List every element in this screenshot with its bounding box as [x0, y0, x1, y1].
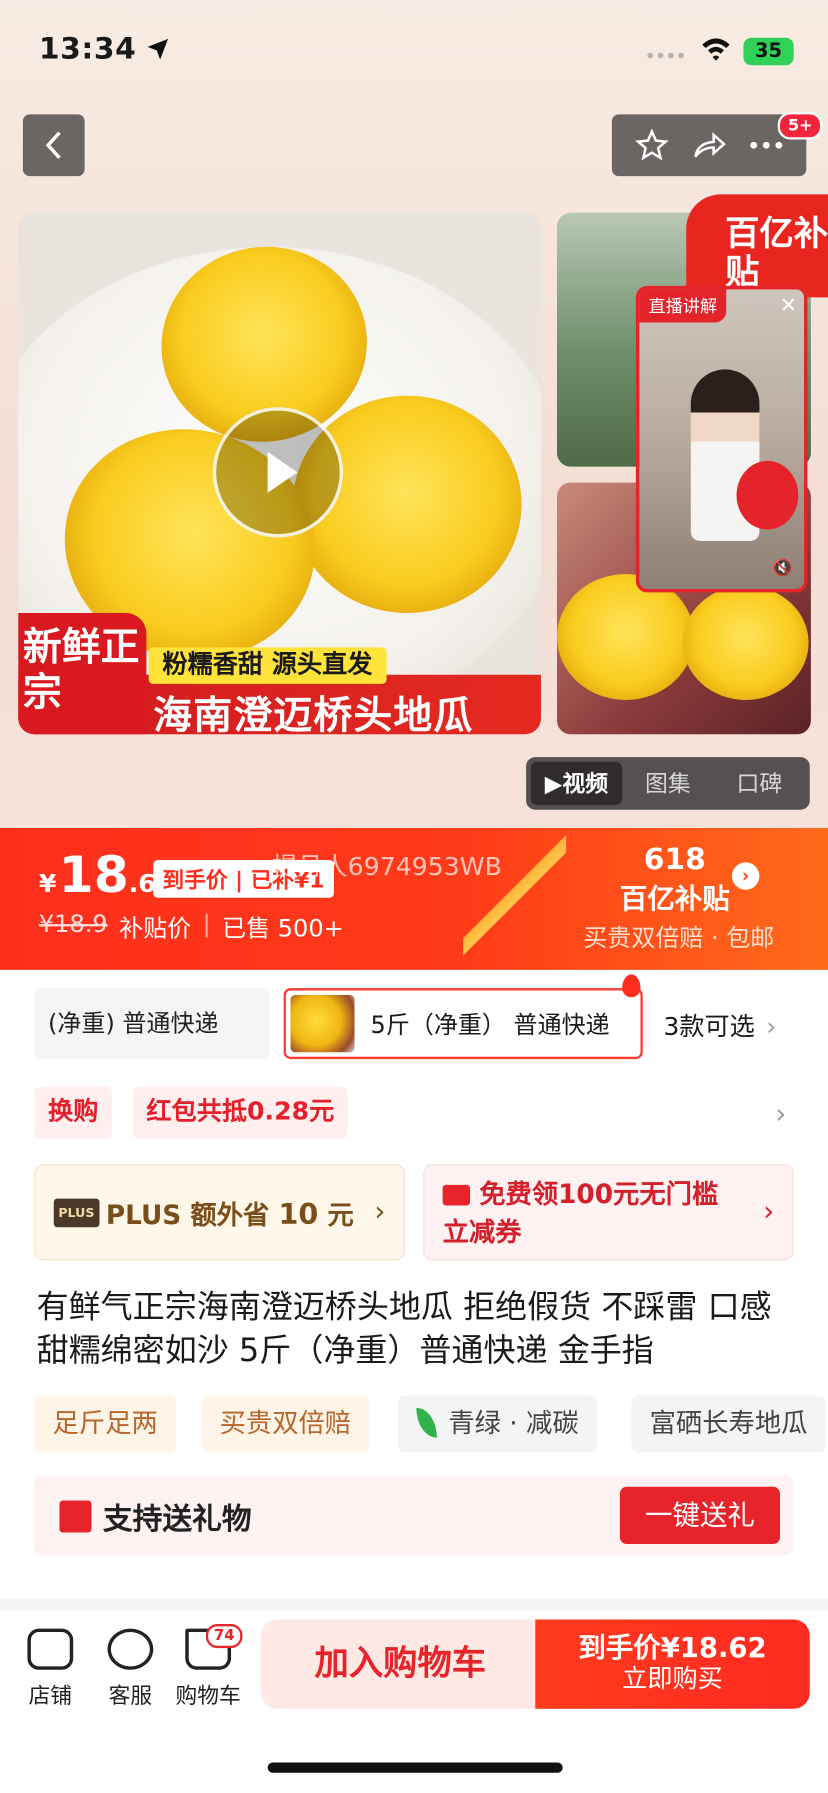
cart-count-badge: 74	[205, 1624, 243, 1649]
play-icon	[267, 451, 298, 493]
plus-savings[interactable]: PLUS PLUS 额外省 10 元 ›	[34, 1164, 405, 1261]
home-indicator	[267, 1762, 563, 1773]
spec-option-label: 5斤（净重） 普通快递	[370, 1011, 610, 1039]
coupon-card[interactable]: 免费领100元无门槛 立减券 ›	[423, 1164, 794, 1261]
battery-indicator: 35	[743, 37, 794, 66]
chevron-right-icon: ›	[766, 1013, 777, 1042]
exchange-tag[interactable]: 换购	[34, 1086, 113, 1140]
chevron-right-icon[interactable]: ›	[731, 862, 760, 890]
share-button[interactable]	[691, 129, 728, 161]
spec-more[interactable]: 3款可选 ›	[663, 1006, 776, 1043]
slogan-tag: 粉糯香甜 源头直发	[148, 647, 387, 684]
plus-text: PLUS 额外省 10 元	[106, 1193, 354, 1232]
feature-tag[interactable]: 足斤足两	[34, 1395, 177, 1453]
clock-text: 13:34	[38, 32, 137, 67]
spec-option-selected[interactable]: 5斤（净重） 普通快递	[283, 988, 643, 1060]
promo-618[interactable]: 618 百亿补贴	[595, 844, 755, 916]
tab-gallery[interactable]: 图集	[622, 762, 713, 805]
feature-tag-label: 青绿 · 减碳	[448, 1409, 579, 1439]
coupon-line1: 免费领100元无门槛	[479, 1180, 719, 1211]
mute-icon[interactable]: 🔇	[773, 559, 793, 577]
spec-thumbnail	[290, 995, 355, 1053]
mascot-figure	[736, 460, 799, 530]
live-label: 直播讲解	[639, 289, 727, 323]
gift-text: 支持送礼物	[102, 1502, 252, 1538]
send-gift-button[interactable]: 一键送礼	[619, 1486, 781, 1544]
star-icon	[634, 128, 669, 161]
gift-icon	[59, 1500, 92, 1533]
close-icon[interactable]: ✕	[780, 294, 797, 318]
tab-video[interactable]: ▶视频	[530, 761, 623, 806]
hot-flame-icon	[622, 974, 641, 998]
spec-more-label: 3款可选	[663, 1013, 755, 1042]
feature-tag[interactable]: 买贵双倍赔	[201, 1395, 370, 1453]
original-price: ¥18.9	[38, 910, 108, 938]
buy-now-label: 立即购买	[622, 1665, 723, 1694]
wifi-icon	[702, 38, 730, 61]
divider: |	[202, 910, 211, 938]
coupon-icon	[442, 1184, 471, 1206]
share-arrow-icon	[694, 132, 726, 158]
cart-label: 购物车	[175, 1683, 241, 1709]
promo-618-label: 618	[643, 842, 706, 878]
more-button[interactable]	[749, 141, 783, 150]
potato-graphic	[682, 585, 809, 700]
plus-logo: PLUS	[53, 1198, 99, 1227]
play-video-button[interactable]	[212, 407, 344, 538]
potato-graphic	[556, 574, 695, 700]
gift-panel: 支持送礼物 一键送礼	[34, 1475, 794, 1556]
more-dots-icon	[750, 141, 783, 149]
chevron-right-icon: ›	[374, 1195, 386, 1228]
message-badge: 5+	[777, 112, 823, 140]
shop-label: 店铺	[28, 1683, 73, 1709]
plus-text-prefix: PLUS 额外省	[105, 1200, 270, 1231]
feature-tag[interactable]: 富硒长寿地瓜	[631, 1395, 826, 1453]
chevron-right-icon[interactable]: ›	[775, 1098, 786, 1130]
chevron-right-icon: ›	[763, 1195, 775, 1228]
shop-button[interactable]: 店铺	[16, 1628, 85, 1710]
buy-price: 到手价¥18.62	[578, 1632, 767, 1665]
sold-count: 已售 500+	[222, 914, 344, 943]
plus-amount: 10	[278, 1197, 319, 1231]
section-divider	[0, 1598, 828, 1611]
add-to-cart-button[interactable]: 加入购物车	[260, 1619, 540, 1709]
media-tabs: ▶视频 图集 口碑	[526, 757, 810, 810]
service-label: 客服	[108, 1683, 153, 1709]
tab-reviews[interactable]: 口碑	[714, 762, 805, 805]
status-time: 13:34	[39, 32, 171, 66]
live-stream-window[interactable]: 直播讲解 ✕ 🔇	[635, 285, 808, 593]
price-subline: ¥18.9 补贴价 | 已售 500+	[39, 910, 344, 944]
product-title: 有鲜气正宗海南澄迈桥头地瓜 拒绝假货 不踩雷 口感甜糯绵密如沙 5斤（净重）普通…	[36, 1287, 772, 1370]
cellular-signal-icon	[647, 52, 684, 59]
subsidy-label: 补贴价	[119, 914, 192, 943]
spec-option[interactable]: (净重) 普通快递	[34, 988, 270, 1060]
chevron-left-icon	[45, 131, 61, 159]
favorite-button[interactable]	[634, 128, 669, 162]
service-button[interactable]: 客服	[96, 1628, 165, 1710]
coupon-line2: 立减券	[442, 1218, 522, 1248]
shop-icon	[27, 1628, 74, 1670]
fresh-tag: 新鲜正宗	[18, 613, 147, 735]
back-button[interactable]	[22, 114, 85, 177]
lightning-decoration	[463, 828, 567, 970]
promo-sub: 买贵双倍赔 · 包邮	[583, 924, 775, 952]
product-banner-text: 海南澄迈桥头地瓜	[153, 693, 474, 739]
location-arrow-icon	[147, 38, 169, 60]
price-integer: 18	[58, 846, 129, 905]
currency-symbol: ¥	[38, 870, 57, 899]
service-icon	[107, 1628, 154, 1670]
subsidy-badge: 百亿补贴	[686, 194, 828, 298]
feature-tag[interactable]: 青绿 · 减碳	[398, 1395, 597, 1453]
leaf-icon	[416, 1407, 437, 1438]
buy-now-button[interactable]: 到手价¥18.62 立即购买	[535, 1619, 810, 1709]
redpacket-tag[interactable]: 红包共抵0.28元	[132, 1086, 349, 1140]
plus-unit: 元	[327, 1200, 354, 1231]
promo-brand: 百亿补贴	[619, 882, 730, 915]
